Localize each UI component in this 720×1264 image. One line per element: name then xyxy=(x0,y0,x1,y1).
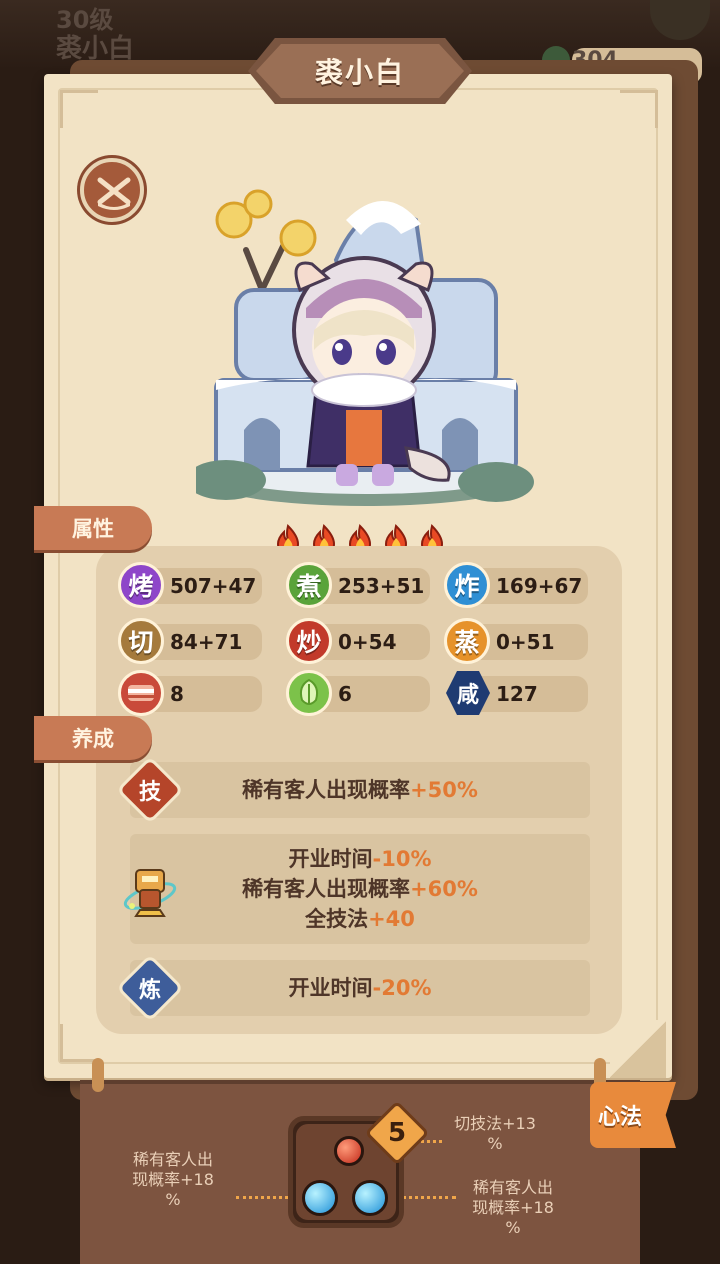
bonus-label: 稀有客人出现概率 xyxy=(242,778,411,802)
heart-method-level: 5 xyxy=(387,1118,407,1148)
stat-vegetable: 6 xyxy=(286,670,430,716)
blue-gem-slot[interactable] xyxy=(352,1180,388,1216)
boil-icon: 煮 xyxy=(286,562,332,608)
page-curl xyxy=(610,1020,666,1078)
bonus-label: 稀有客人出现概率 xyxy=(242,877,411,901)
cultivation-refine-row: 开业时间-20% xyxy=(130,960,590,1016)
stat-meat: 8 xyxy=(118,670,262,716)
stat-steam: 蒸 0+51 xyxy=(444,618,588,664)
roast-icon: 烤 xyxy=(118,562,164,608)
vegetable-icon xyxy=(286,670,332,716)
stat-value: 253+51 xyxy=(338,574,425,598)
tab-cultivation[interactable]: 养成 xyxy=(34,716,152,760)
stat-value: 84+71 xyxy=(170,630,243,654)
stat-stirfry: 炒 0+54 xyxy=(286,618,430,664)
bonus-label: 开业时间 xyxy=(288,976,373,1000)
bonus-value: -10% xyxy=(372,847,432,871)
stat-fry: 炸 169+67 xyxy=(444,562,588,608)
scroll-pin xyxy=(92,1058,104,1092)
stirfry-icon: 炒 xyxy=(286,618,332,664)
fry-icon: 炸 xyxy=(444,562,490,608)
stat-value: 0+51 xyxy=(496,630,555,654)
bonus-label: 全技法 xyxy=(305,907,369,931)
title-plate-inner: 裘小白 xyxy=(256,44,464,98)
bonus-value: +40 xyxy=(368,907,415,931)
bonus-value: -20% xyxy=(372,976,432,1000)
cuisine-emblem-icon[interactable] xyxy=(80,158,144,222)
stat-boil: 煮 253+51 xyxy=(286,562,430,608)
corner-ornament xyxy=(620,90,658,128)
character-portrait xyxy=(196,189,534,506)
stat-value: 169+67 xyxy=(496,574,583,598)
tab-attributes[interactable]: 属性 xyxy=(34,506,152,550)
stat-value: 507+47 xyxy=(170,574,257,598)
bonus-text-left: 稀有客人出 现概率+18 % xyxy=(132,1150,214,1209)
bonus-value: +50% xyxy=(410,778,478,802)
cultivation-equipment-row: 开业时间-10% 稀有客人出现概率+60% 全技法+40 xyxy=(130,834,590,944)
meat-icon xyxy=(118,670,164,716)
stat-roast: 烤 507+47 xyxy=(118,562,262,608)
bonus-text-top-right: 切技法+13 % xyxy=(454,1114,536,1153)
bonus-text-right: 稀有客人出 现概率+18 % xyxy=(472,1178,554,1237)
character-name: 裘小白 xyxy=(314,56,405,89)
stat-salty: 咸 127 xyxy=(446,671,588,715)
bonus-value: +60% xyxy=(410,877,478,901)
cut-icon: 切 xyxy=(118,618,164,664)
connector-line xyxy=(396,1196,456,1199)
bonus-label: 开业时间 xyxy=(288,847,373,871)
stat-value: 8 xyxy=(170,682,184,706)
steam-icon: 蒸 xyxy=(444,618,490,664)
heart-method-button[interactable]: 心法 xyxy=(590,1082,676,1148)
stat-cut: 切 84+71 xyxy=(118,618,262,664)
stat-value: 0+54 xyxy=(338,630,397,654)
blue-gem-slot[interactable] xyxy=(302,1180,338,1216)
stat-value: 6 xyxy=(338,682,352,706)
equipment-icon[interactable] xyxy=(120,860,180,920)
stat-value: 127 xyxy=(496,682,538,706)
cultivation-skill-row: 稀有客人出现概率+50% xyxy=(130,762,590,818)
red-gem-slot[interactable] xyxy=(334,1136,364,1166)
corner-ornament xyxy=(60,90,98,128)
corner-ornament xyxy=(60,1024,98,1062)
